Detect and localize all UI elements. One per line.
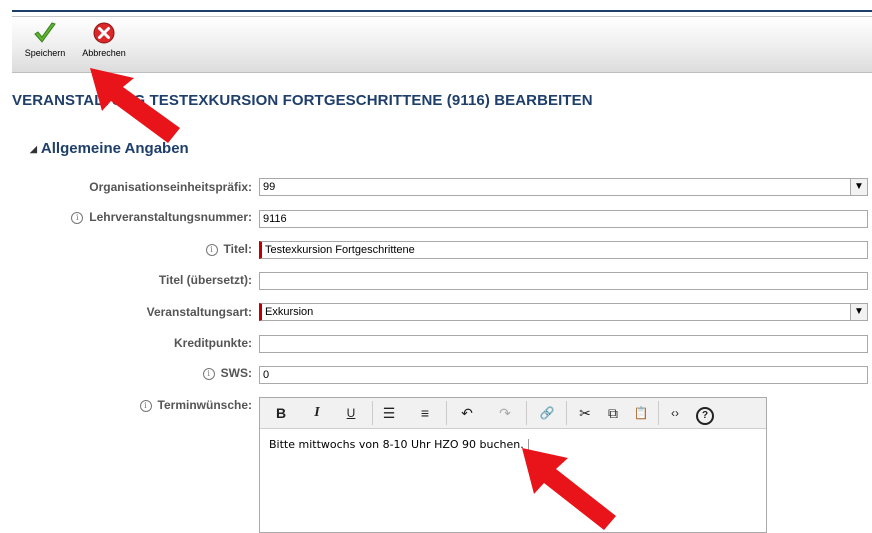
link-icon[interactable]: 🔗 bbox=[534, 401, 560, 425]
toolbar-separator bbox=[372, 401, 373, 425]
undo-icon[interactable]: ↶ bbox=[454, 401, 480, 425]
annotation-arrow-toolbar bbox=[90, 68, 180, 143]
copy-icon[interactable]: ⧉ bbox=[600, 401, 626, 425]
top-divider bbox=[12, 10, 872, 12]
redo-icon[interactable]: ↷ bbox=[492, 401, 518, 425]
org-prefix-value: 99 bbox=[263, 181, 276, 193]
label-title-translated: Titel (übersetzt): bbox=[158, 273, 252, 287]
bold-button[interactable]: B bbox=[268, 401, 294, 425]
credits-input[interactable] bbox=[259, 335, 868, 353]
save-button[interactable]: Speichern bbox=[20, 21, 70, 58]
label-sws: i SWS: bbox=[202, 366, 252, 381]
toolbar: Speichern Abbrechen bbox=[12, 16, 872, 73]
underline-button[interactable]: U bbox=[338, 401, 364, 425]
label-schedule: i Terminwünsche: bbox=[139, 398, 252, 413]
dropdown-arrow-icon[interactable]: ▼ bbox=[850, 304, 867, 320]
info-icon[interactable]: i bbox=[139, 400, 152, 412]
toolbar-separator bbox=[658, 401, 659, 425]
cancel-label: Abbrechen bbox=[82, 48, 126, 58]
italic-button[interactable]: I bbox=[304, 401, 330, 425]
label-org-prefix: Organisationseinheitspräfix: bbox=[89, 180, 252, 194]
cancel-icon bbox=[93, 22, 115, 44]
annotation-arrow-editor bbox=[522, 448, 616, 530]
title-input[interactable]: Testexkursion Fortgeschrittene bbox=[259, 241, 868, 259]
source-code-icon[interactable]: ‹› bbox=[662, 401, 688, 425]
editor-toolbar: B I U ☰ ≡ ↶ ↷ 🔗 ✂ ⧉ 📋 ‹› ? bbox=[260, 398, 766, 429]
label-event-type: Veranstaltungsart: bbox=[146, 305, 252, 319]
info-icon[interactable]: i bbox=[202, 368, 215, 380]
sws-input[interactable]: 0 bbox=[259, 366, 868, 384]
paste-icon[interactable]: 📋 bbox=[628, 401, 654, 425]
save-label: Speichern bbox=[24, 48, 66, 58]
numbered-list-icon[interactable]: ≡ bbox=[412, 401, 438, 425]
info-icon[interactable]: i bbox=[71, 212, 84, 224]
label-course-number: i Lehrveranstaltungsnummer: bbox=[71, 210, 252, 225]
toolbar-separator bbox=[446, 401, 447, 425]
title-translated-input[interactable] bbox=[259, 272, 868, 290]
editor-content[interactable]: Bitte mittwochs von 8-10 Uhr HZO 90 buch… bbox=[269, 438, 529, 451]
toolbar-separator bbox=[566, 401, 567, 425]
toolbar-separator bbox=[526, 401, 527, 425]
checkmark-icon bbox=[34, 22, 56, 43]
collapse-triangle-icon[interactable]: ◢ bbox=[30, 144, 37, 154]
label-title: i Titel: bbox=[205, 242, 252, 257]
help-icon[interactable]: ? bbox=[692, 401, 718, 425]
event-type-select[interactable]: Exkursion ▼ bbox=[259, 303, 868, 321]
course-number-input[interactable]: 9116 bbox=[259, 210, 868, 228]
event-type-value: Exkursion bbox=[265, 306, 314, 318]
schedule-text: Bitte mittwochs von 8-10 Uhr HZO 90 buch… bbox=[269, 438, 524, 451]
dropdown-arrow-icon[interactable]: ▼ bbox=[850, 179, 867, 195]
bullet-list-icon[interactable]: ☰ bbox=[376, 401, 402, 425]
label-credits: Kreditpunkte: bbox=[174, 336, 252, 350]
org-prefix-select[interactable]: 99 ▼ bbox=[259, 178, 868, 196]
info-icon[interactable]: i bbox=[205, 244, 218, 256]
cancel-button[interactable]: Abbrechen bbox=[76, 21, 132, 58]
cut-icon[interactable]: ✂ bbox=[572, 401, 598, 425]
rich-text-editor[interactable]: B I U ☰ ≡ ↶ ↷ 🔗 ✂ ⧉ 📋 ‹› ? Bitte mittwoc… bbox=[259, 397, 767, 533]
